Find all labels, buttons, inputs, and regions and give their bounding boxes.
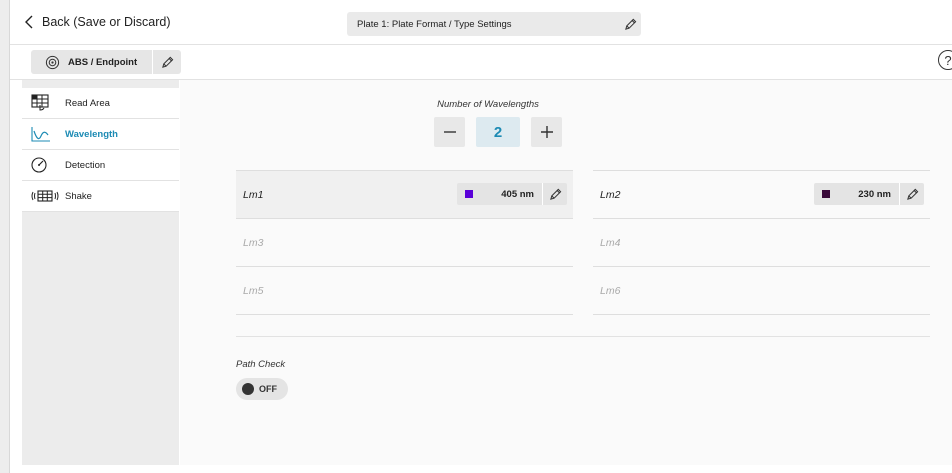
wavelength-name: Lm6 (600, 284, 621, 297)
shake-icon (30, 187, 60, 205)
wavelength-list-right: Lm2 230 nm Lm4 Lm6 (593, 171, 930, 315)
divider (236, 336, 930, 337)
minus-icon (443, 131, 456, 133)
edit-pencil-icon[interactable] (543, 188, 567, 201)
wavelength-row-lm4[interactable]: Lm4 (593, 219, 930, 267)
wavelength-list-left: Lm1 405 nm Lm3 Lm5 (236, 171, 573, 315)
back-button[interactable]: Back (Save or Discard) (24, 10, 171, 34)
wavelength-row-lm5[interactable]: Lm5 (236, 267, 573, 315)
wavelength-count-stepper: 2 (434, 117, 562, 147)
number-of-wavelengths-label: Number of Wavelengths (437, 99, 539, 110)
sidebar-item-label: Shake (65, 190, 92, 202)
wavelength-row-lm2[interactable]: Lm2 230 nm (593, 171, 930, 219)
sidebar-item-wavelength[interactable]: Wavelength (22, 119, 193, 150)
detection-icon (30, 156, 60, 174)
color-swatch (822, 190, 830, 198)
read-mode-button[interactable]: ABS / Endpoint (31, 50, 181, 74)
help-icon[interactable]: ? (938, 50, 952, 70)
wavelength-row-lm1[interactable]: Lm1 405 nm (236, 171, 573, 219)
sidebar-item-shake[interactable]: Shake (22, 181, 179, 212)
sidebar-item-label: Detection (65, 159, 106, 171)
wavelength-name: Lm5 (243, 284, 264, 297)
wavelength-name: Lm4 (600, 236, 621, 249)
decrement-button[interactable] (434, 117, 465, 147)
wavelength-row-lm3[interactable]: Lm3 (236, 219, 573, 267)
sidebar-nav: Read Area Wavelength Detection Shake (22, 88, 193, 212)
path-check-label: Path Check (236, 359, 286, 370)
wavelength-row-lm6[interactable]: Lm6 (593, 267, 930, 315)
wavelength-name: Lm3 (243, 236, 264, 249)
sidebar-item-detection[interactable]: Detection (22, 150, 179, 181)
read-area-icon (30, 94, 60, 112)
back-label: Back (Save or Discard) (42, 15, 171, 29)
sidebar-item-read-area[interactable]: Read Area (22, 88, 179, 119)
plate-title-field[interactable]: Plate 1: Plate Format / Type Settings (347, 12, 641, 36)
toggle-state: OFF (259, 384, 277, 394)
left-edge-bar (0, 0, 10, 473)
wavelength-value-badge[interactable]: 230 nm (814, 183, 924, 205)
target-icon (41, 55, 63, 70)
wavelength-value: 405 nm (501, 188, 534, 200)
toggle-knob (242, 383, 254, 395)
wavelength-value-badge[interactable]: 405 nm (457, 183, 567, 205)
wavelength-icon (30, 125, 60, 143)
bottom-strip (10, 465, 952, 473)
plus-icon (540, 126, 553, 138)
color-swatch (465, 190, 473, 198)
path-check-toggle[interactable]: OFF (236, 378, 288, 400)
edit-pencil-icon[interactable] (619, 18, 641, 31)
wavelength-value: 230 nm (858, 188, 891, 200)
sidebar-item-label: Read Area (65, 97, 110, 109)
increment-button[interactable] (531, 117, 562, 147)
wavelength-count-value[interactable]: 2 (476, 117, 520, 147)
sidebar-item-label: Wavelength (65, 128, 118, 140)
edit-pencil-icon[interactable] (900, 188, 924, 201)
plate-title: Plate 1: Plate Format / Type Settings (357, 18, 512, 30)
edit-pencil-icon[interactable] (153, 56, 181, 69)
read-mode-label: ABS / Endpoint (68, 56, 138, 68)
chevron-left-icon (25, 15, 33, 29)
